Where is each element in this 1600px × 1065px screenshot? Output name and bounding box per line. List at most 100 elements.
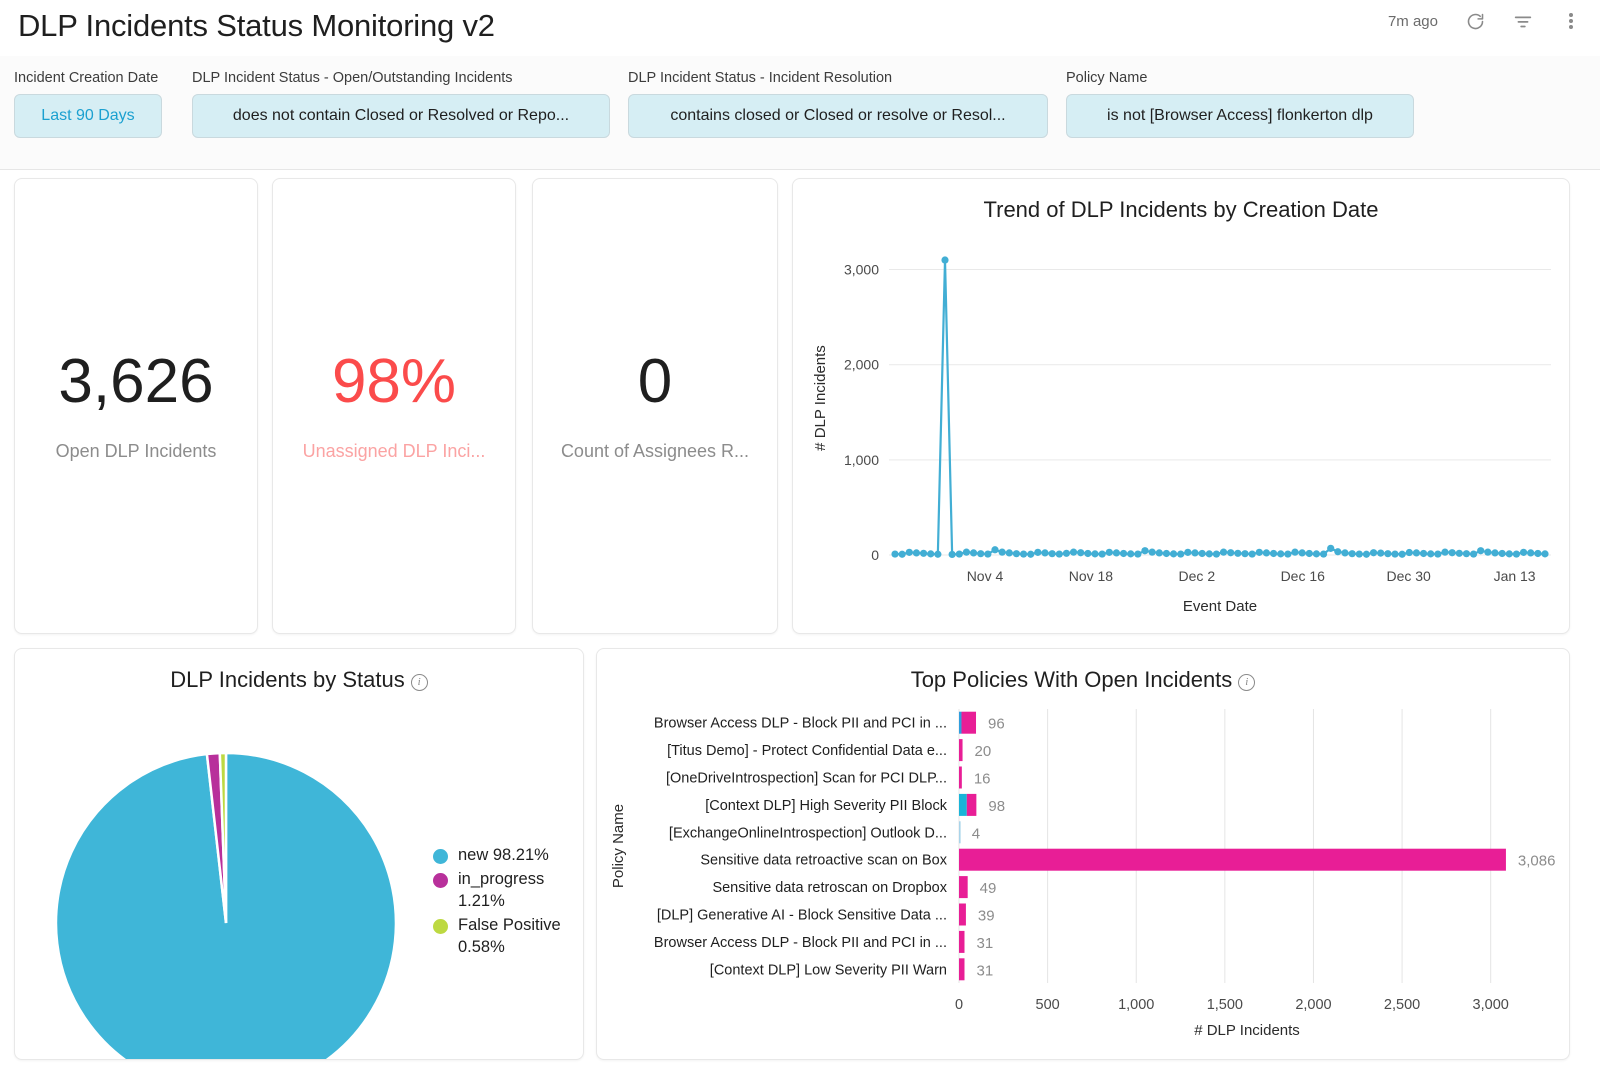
filter-incident-creation-date: Incident Creation Date Last 90 Days — [14, 70, 162, 138]
kpi-value: 98% — [331, 346, 457, 416]
filter-policy-name: Policy Name is not [Browser Access] flon… — [1066, 70, 1414, 138]
pie-chart-legend: new 98.21% in_progress 1.21% False Positiv… — [433, 845, 583, 961]
kpi-value: 3,626 — [58, 346, 214, 416]
last-refresh-time: 7m ago — [1387, 12, 1438, 30]
kpi-card-open-dlp-incidents[interactable]: 3,626 Open DLP Incidents — [14, 178, 258, 634]
bar-segment[interactable] — [959, 739, 963, 762]
svg-text:500: 500 — [1036, 997, 1060, 1013]
legend-label: False Positive 0.58% — [458, 915, 561, 956]
filter-value-incident-creation-date[interactable]: Last 90 Days — [14, 94, 162, 138]
svg-text:Event Date: Event Date — [1183, 598, 1257, 615]
svg-text:# DLP Incidents: # DLP Incidents — [1194, 1022, 1300, 1039]
info-icon[interactable]: i — [1238, 674, 1256, 691]
kpi-value: 0 — [637, 346, 673, 416]
pie-chart-title-text: DLP Incidents by Status — [170, 667, 405, 692]
svg-text:[Context DLP] Low Severity PII: [Context DLP] Low Severity PII Warn — [710, 962, 947, 978]
svg-text:0: 0 — [955, 997, 963, 1013]
svg-text:2,000: 2,000 — [1295, 997, 1331, 1013]
info-icon[interactable]: i — [410, 674, 428, 691]
svg-text:# DLP Incidents: # DLP Incidents — [812, 345, 829, 451]
bar-segment[interactable] — [959, 793, 967, 816]
svg-text:Dec 16: Dec 16 — [1281, 568, 1326, 584]
svg-text:3,000: 3,000 — [1473, 997, 1509, 1013]
refresh-icon[interactable] — [1464, 10, 1486, 32]
svg-text:1,000: 1,000 — [1118, 997, 1154, 1013]
svg-text:[ExchangeOnlineIntrospection]: [ExchangeOnlineIntrospection] Outlook D.… — [669, 825, 947, 841]
legend-color-swatch — [433, 872, 448, 888]
filter-bar: Incident Creation Date Last 90 Days DLP … — [0, 56, 1600, 170]
more-vertical-icon[interactable] — [1560, 10, 1582, 32]
legend-label: in_progress 1.21% — [458, 869, 545, 910]
filter-icon[interactable] — [1512, 10, 1534, 32]
kpi-label: Open DLP Incidents — [55, 440, 217, 461]
filter-value-status-open[interactable]: does not contain Closed or Resolved or R… — [192, 94, 610, 138]
bar-segment[interactable] — [959, 848, 1506, 871]
page-title: DLP Incidents Status Monitoring v2 — [18, 8, 495, 43]
bar-segment[interactable] — [961, 711, 977, 734]
bar-segment[interactable] — [959, 766, 962, 789]
pie-chart-card[interactable]: DLP Incidents by Status i new 98.21% in_pr… — [14, 648, 584, 1060]
legend-color-swatch — [433, 918, 448, 934]
svg-text:20: 20 — [975, 743, 992, 760]
svg-text:98: 98 — [988, 798, 1005, 815]
svg-text:31: 31 — [976, 935, 993, 952]
filter-value-policy-name[interactable]: is not [Browser Access] flonkerton dlp — [1066, 94, 1414, 138]
legend-item[interactable]: False Positive 0.58% — [433, 915, 583, 959]
svg-text:4: 4 — [972, 825, 980, 842]
svg-text:1,000: 1,000 — [844, 452, 879, 468]
svg-text:[OneDriveIntrospection] Scan f: [OneDriveIntrospection] Scan for PCI DLP… — [666, 771, 947, 787]
legend-color-swatch — [433, 849, 448, 864]
bar-chart-plot[interactable]: 0 500 1,000 1,500 2,000 2,500 3,000 Browser Acc… — [597, 701, 1570, 1060]
filter-status-open: DLP Incident Status - Open/Outstanding I… — [192, 70, 610, 138]
header-actions: 7m ago — [1388, 10, 1582, 32]
trend-chart-plot[interactable]: 0 1,000 2,000 3,000 Nov 4 Nov 18 Dec 2 Dec 16 De… — [793, 225, 1571, 635]
bar-segment[interactable] — [959, 930, 965, 953]
bar-segment[interactable] — [959, 903, 966, 926]
kpi-label: Count of Assignees R... — [560, 440, 750, 461]
kpi-card-unassigned-dlp-incidents[interactable]: 98% Unassigned DLP Inci... — [272, 178, 516, 634]
svg-text:[Titus Demo] - Protect Confide: [Titus Demo] - Protect Confidential Data… — [667, 743, 947, 759]
svg-text:[DLP] Generative AI - Block Se: [DLP] Generative AI - Block Sensitive Da… — [657, 908, 947, 924]
bar-segment[interactable] — [959, 821, 961, 844]
svg-text:16: 16 — [974, 771, 991, 788]
filter-label: DLP Incident Status - Open/Outstanding I… — [192, 70, 513, 86]
svg-text:Browser Access DLP - Block PII: Browser Access DLP - Block PII and PCI i… — [654, 935, 947, 951]
filter-label: DLP Incident Status - Incident Resolutio… — [628, 70, 893, 86]
svg-text:Sensitive data retroscan on Dr: Sensitive data retroscan on Dropbox — [712, 880, 947, 896]
dashboard-header: DLP Incidents Status Monitoring v2 7m ag… — [0, 0, 1600, 56]
svg-text:Nov 4: Nov 4 — [967, 568, 1004, 584]
svg-text:0: 0 — [871, 547, 879, 563]
svg-text:31: 31 — [976, 962, 993, 979]
trend-chart-card[interactable]: Trend of DLP Incidents by Creation Date … — [792, 178, 1570, 634]
bar-segment[interactable] — [959, 958, 965, 981]
filter-label: Policy Name — [1066, 70, 1148, 86]
svg-text:Jan 13: Jan 13 — [1494, 568, 1536, 584]
svg-text:Browser Access DLP - Block PII: Browser Access DLP - Block PII and PCI i… — [654, 716, 947, 732]
svg-text:3,086: 3,086 — [1518, 853, 1556, 870]
svg-text:Sensitive data retroactive sca: Sensitive data retroactive scan on Box — [700, 853, 947, 869]
svg-text:96: 96 — [988, 716, 1005, 733]
filter-value-status-resolution[interactable]: contains closed or Closed or resolve or … — [628, 94, 1048, 138]
legend-label: new 98.21% — [458, 846, 549, 864]
svg-text:Dec 30: Dec 30 — [1386, 568, 1431, 584]
trend-chart-title: Trend of DLP Incidents by Creation Date — [983, 197, 1379, 222]
bar-segment[interactable] — [966, 793, 977, 816]
filter-label: Incident Creation Date — [14, 70, 159, 86]
bar-segment[interactable] — [959, 876, 968, 899]
svg-text:Nov 18: Nov 18 — [1069, 568, 1114, 584]
filter-status-resolution: DLP Incident Status - Incident Resolutio… — [628, 70, 1048, 138]
bar-segment[interactable] — [959, 711, 962, 734]
pie-chart-title: DLP Incidents by Status i — [15, 649, 583, 693]
bar-chart-card[interactable]: Top Policies With Open Incidents i 0 500 1,… — [596, 648, 1570, 1060]
svg-text:2,000: 2,000 — [844, 357, 879, 373]
svg-text:1,500: 1,500 — [1207, 997, 1243, 1013]
bar-chart-title: Top Policies With Open Incidents i — [597, 649, 1569, 693]
svg-text:Dec 2: Dec 2 — [1179, 568, 1216, 584]
svg-text:3,000: 3,000 — [844, 262, 879, 278]
kpi-card-count-of-assignees[interactable]: 0 Count of Assignees R... — [532, 178, 778, 634]
svg-text:49: 49 — [980, 880, 997, 897]
svg-text:2,500: 2,500 — [1384, 997, 1420, 1013]
legend-item[interactable]: new 98.21% — [433, 845, 583, 867]
legend-item[interactable]: in_progress 1.21% — [433, 869, 583, 913]
kpi-label: Unassigned DLP Inci... — [302, 440, 486, 461]
